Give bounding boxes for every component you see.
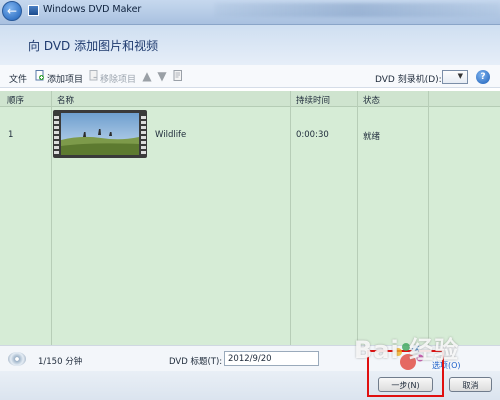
- help-icon[interactable]: ?: [476, 70, 490, 84]
- chevron-down-icon: ▼: [457, 72, 463, 80]
- video-properties-icon[interactable]: [173, 70, 183, 81]
- remove-items-icon: [89, 70, 98, 81]
- window-title: Windows DVD Maker: [43, 4, 142, 15]
- film-perforation: [141, 114, 146, 154]
- dvd-title-label: DVD 标题(T):: [169, 357, 223, 367]
- film-perforation: [54, 114, 59, 154]
- row-duration: 0:00:30: [296, 130, 329, 140]
- move-down-icon[interactable]: ▼: [156, 70, 168, 83]
- row-order: 1: [8, 130, 14, 140]
- add-items-button[interactable]: 添加项目: [47, 72, 83, 85]
- column-name[interactable]: 名称: [57, 94, 74, 106]
- capacity-progress: 1/150 分钟: [38, 357, 83, 367]
- row-name: Wildlife: [155, 130, 187, 140]
- header-area: 向 DVD 添加图片和视频: [0, 25, 500, 65]
- wildlife-image: [61, 113, 139, 155]
- video-thumbnail: [53, 110, 147, 158]
- dvd-drive-select[interactable]: ▼: [442, 70, 468, 84]
- disc-icon: [8, 352, 26, 366]
- column-order[interactable]: 顺序: [7, 94, 24, 106]
- dvd-maker-app-icon: [28, 5, 39, 16]
- move-up-icon[interactable]: ▲: [141, 70, 153, 83]
- remove-items-button[interactable]: 移除项目: [100, 72, 136, 85]
- watermark: Bai 经验: [354, 336, 460, 364]
- page-heading: 向 DVD 添加图片和视频: [28, 39, 159, 53]
- file-menu[interactable]: 文件: [9, 72, 27, 85]
- back-button[interactable]: ←: [2, 1, 22, 21]
- row-status: 就绪: [363, 132, 381, 142]
- dvd-title-input[interactable]: 2012/9/20: [224, 351, 319, 366]
- add-items-icon: [35, 70, 44, 81]
- title-bar: ← Windows DVD Maker: [0, 0, 500, 25]
- dvd-drive-label: DVD 刻录机(D):: [375, 75, 442, 85]
- blurred-region: [215, 3, 500, 17]
- dvd-maker-window: ← Windows DVD Maker 向 DVD 添加图片和视频 文件 添加项…: [0, 0, 500, 400]
- column-status[interactable]: 状态: [363, 94, 380, 106]
- back-arrow-icon: ←: [6, 4, 18, 18]
- list-header: 顺序 名称 持续时间 状态: [0, 91, 500, 107]
- column-duration[interactable]: 持续时间: [296, 94, 330, 106]
- cancel-button[interactable]: 取消: [449, 377, 492, 392]
